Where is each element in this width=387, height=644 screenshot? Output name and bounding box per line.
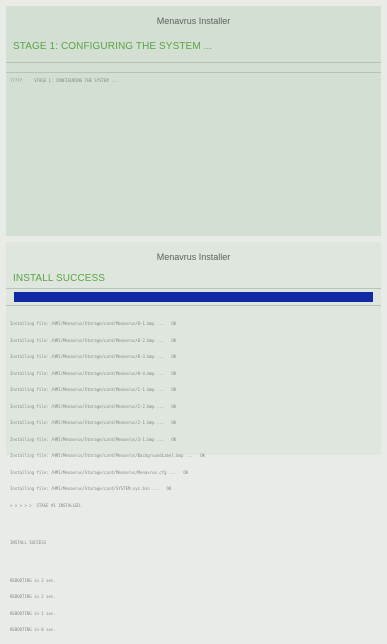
log-line: Installing file: /HMI/Menavrus/Storage/c… [10,370,177,376]
reboot-line: REBOOTING in 3 sec. [10,577,56,583]
divider [6,288,381,289]
log-line: Installing file: /HMI/Menavrus/Storage/c… [10,321,177,326]
window-title: Menavrus Installer [156,16,231,26]
terminal-log: ????? STAGE 1: CONFIGURING THE SYSTEM ..… [10,78,119,83]
summary-line: INSTALL SUCCESS [10,540,47,545]
reboot-line: REBOOTING in 2 sec. [10,594,56,599]
log-line: > > > > > STAGE #1 INSTALLED. [10,502,83,508]
divider [6,62,381,63]
log-line: Installing file: /HMI/Menavrus/Storage/c… [10,420,177,425]
log-line: Installing file: /HMI/Menavrus/Storage/c… [10,436,177,442]
log-line: Installing file: /HMI/Menavrus/Storage/c… [10,337,177,343]
log-line: Installing file: /HMI/Menavrus/Storage/c… [10,354,177,359]
log-line: Installing file: /HMI/Menavrus/Storage/c… [10,486,172,491]
install-screen: Menavrus Installer INSTALL SUCCESS Insta… [6,242,381,632]
divider [6,72,381,73]
progress-bar [14,292,373,302]
installer-frame: Menavrus Installer STAGE 1: CONFIGURING … [6,6,381,632]
log-line: Installing file: /HMI/Menavrus/Storage/c… [10,453,206,458]
reboot-line: REBOOTING in 1 sec. [10,610,56,616]
install-status: INSTALL SUCCESS [13,273,106,284]
log-line: Installing file: /HMI/Menavrus/Storage/c… [10,387,177,392]
window-title: Menavrus Installer [156,252,231,262]
terminal-log: Installing file: /HMI/Menavrus/Storage/c… [10,310,377,644]
reboot-line: REBOOTING in 0 sec. [10,627,56,632]
log-line: Installing file: /HMI/Menavrus/Storage/c… [10,403,177,409]
stage1-screen: Menavrus Installer STAGE 1: CONFIGURING … [6,6,381,236]
log-line: Installing file: /HMI/Menavrus/Storage/c… [10,469,189,475]
divider [6,305,381,306]
stage-status: STAGE 1: CONFIGURING THE SYSTEM ... [13,41,213,52]
